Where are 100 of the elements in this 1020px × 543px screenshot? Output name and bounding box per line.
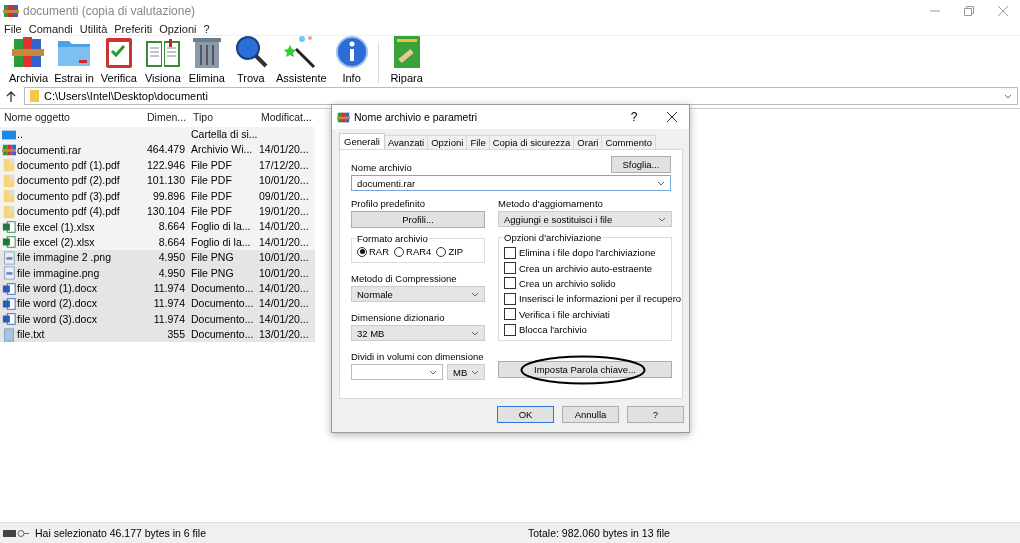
set-password-button[interactable]: Imposta Parola chiave... <box>498 361 672 379</box>
dictionary-dropdown[interactable]: 32 MB <box>351 325 485 341</box>
size-cell: 355 <box>143 327 189 343</box>
checkbox[interactable]: Blocca l'archivio <box>504 321 587 338</box>
dialog-button[interactable]: Annulla <box>562 406 619 423</box>
image-file-icon <box>2 250 16 265</box>
type-cell: File PDF <box>189 173 257 189</box>
toolbar-button[interactable]: Info <box>329 33 374 84</box>
status-text: Totale: 982.060 bytes in 13 file <box>528 527 670 539</box>
tab[interactable]: Copia di sicurezza <box>488 135 575 149</box>
toolbar-button[interactable]: Elimina <box>184 33 229 84</box>
size-cell: 101.130 <box>143 173 189 189</box>
column-header[interactable]: Tipo <box>189 109 257 127</box>
toolbar-button[interactable]: Verifica <box>96 33 141 84</box>
chevron-icon <box>471 291 479 297</box>
radio-button[interactable]: RAR4 <box>394 246 432 257</box>
size-cell: 11.974 <box>143 296 189 312</box>
tab[interactable]: Opzioni <box>427 135 468 149</box>
date-cell: 14/01/20... <box>257 219 315 235</box>
radio-button[interactable]: RAR <box>357 246 390 257</box>
file-name-cell[interactable]: documento pdf (2).pdf <box>0 173 143 189</box>
compression-dropdown[interactable]: Normale <box>351 286 485 302</box>
help-button[interactable]: ? <box>617 110 651 124</box>
profiles-button[interactable]: Profili... <box>351 211 485 228</box>
tab[interactable]: File <box>466 135 490 149</box>
column-header[interactable]: Nome oggetto <box>0 109 143 127</box>
app-icon <box>3 3 19 19</box>
group-label: Opzioni d'archiviazione <box>503 232 603 243</box>
size-cell: 464.479 <box>143 142 189 158</box>
file-name-cell[interactable]: .. <box>0 127 143 143</box>
tab[interactable]: Avanzati <box>383 135 429 149</box>
file-name-cell[interactable]: file immagine 2 .png <box>0 250 143 266</box>
chevron-icon <box>658 216 666 222</box>
menu-item[interactable]: Comandi <box>28 22 73 35</box>
field-label: Profilo predefinito <box>351 198 426 209</box>
size-cell: 8.664 <box>143 219 189 235</box>
archive-name-field[interactable]: documenti.rar <box>351 175 671 191</box>
field-label: Metodo d'aggiornamento <box>498 198 604 209</box>
date-cell: 14/01/20... <box>257 296 315 312</box>
tab[interactable]: Generali <box>339 133 385 149</box>
menu-item[interactable]: Utilità <box>79 22 108 35</box>
checkbox[interactable]: Crea un archivio solido <box>504 275 616 292</box>
close-icon <box>667 112 677 122</box>
status-text: Hai selezionato 46.177 bytes in 6 file <box>35 527 207 539</box>
menu-item[interactable]: Opzioni <box>159 22 197 35</box>
document-icon <box>2 189 16 204</box>
volume-size-field[interactable] <box>351 364 443 380</box>
dialog-title: Nome archivio e parametri <box>354 111 479 123</box>
radio-button[interactable]: ZIP <box>436 246 464 257</box>
toolbar-button[interactable]: Trova <box>228 33 273 84</box>
file-name-cell[interactable]: documenti.rar <box>0 142 143 158</box>
checkbox[interactable]: Elimina i file dopo l'archiviazione <box>504 245 656 261</box>
type-cell: Archivio Wi... <box>189 142 257 158</box>
menu-item[interactable]: Preferiti <box>114 22 153 35</box>
toolbar-button[interactable]: Ripara <box>384 33 429 84</box>
folder-icon <box>30 90 39 102</box>
checkbox[interactable]: Crea un archivio auto-estraente <box>504 260 653 276</box>
field-label: Dimensione dizionario <box>351 312 446 323</box>
column-header[interactable]: Dimen... <box>143 109 189 127</box>
spreadsheet-icon <box>2 235 16 250</box>
file-name-cell[interactable]: file excel (1).xlsx <box>0 219 143 235</box>
update-method-dropdown[interactable]: Aggiungi e sostituisci i file <box>498 211 672 227</box>
file-name-cell[interactable]: file word (2).docx <box>0 296 143 312</box>
dialog-button[interactable]: ? <box>627 406 684 423</box>
type-cell: File PNG <box>189 250 257 266</box>
app-icon <box>337 110 350 124</box>
field-label: Dividi in volumi con dimensione <box>351 351 485 362</box>
dialog-button[interactable]: OK <box>497 406 554 423</box>
toolbar-button[interactable]: Estrai in <box>51 33 97 84</box>
menu-item[interactable]: ? <box>203 22 210 35</box>
unit-dropdown[interactable]: MB <box>447 364 485 380</box>
field-label: Nome archivio <box>351 162 412 173</box>
window-title: documenti (copia di valutazione) <box>23 4 197 18</box>
up-arrow-icon[interactable] <box>6 90 16 102</box>
checkbox[interactable]: Inserisci le informazioni per il recupero <box>504 291 682 307</box>
image-file-icon <box>2 266 16 281</box>
toolbar-button[interactable]: Assistente <box>272 33 330 84</box>
checkbox[interactable]: Verifica i file archiviati <box>504 306 610 322</box>
tab[interactable]: Orari <box>573 135 603 149</box>
text-file-icon <box>2 327 16 342</box>
drive-key-icon <box>3 528 29 538</box>
type-cell: Documento... <box>189 327 257 343</box>
browse-button[interactable]: Sfoglia... <box>611 156 671 173</box>
chevron-icon <box>471 369 479 375</box>
chevron-icon <box>1004 93 1012 99</box>
word-document-icon <box>2 312 16 327</box>
date-cell: 10/01/20... <box>257 250 315 266</box>
size-cell: 4.950 <box>143 250 189 266</box>
type-cell: Documento... <box>189 296 257 312</box>
menu-item[interactable]: File <box>4 22 22 35</box>
type-cell: Cartella di si... <box>189 127 257 143</box>
chevron-icon <box>429 369 437 375</box>
word-document-icon <box>2 281 16 296</box>
file-name-cell[interactable]: file.txt <box>0 327 143 343</box>
toolbar-button[interactable]: Archivia <box>6 33 52 84</box>
spreadsheet-icon <box>2 220 16 235</box>
tab[interactable]: Commento <box>601 135 656 149</box>
field-label: Metodo di Compressione <box>351 273 458 284</box>
column-header[interactable]: Modificat... <box>257 109 315 127</box>
group-label: Formato archivio <box>356 233 429 244</box>
